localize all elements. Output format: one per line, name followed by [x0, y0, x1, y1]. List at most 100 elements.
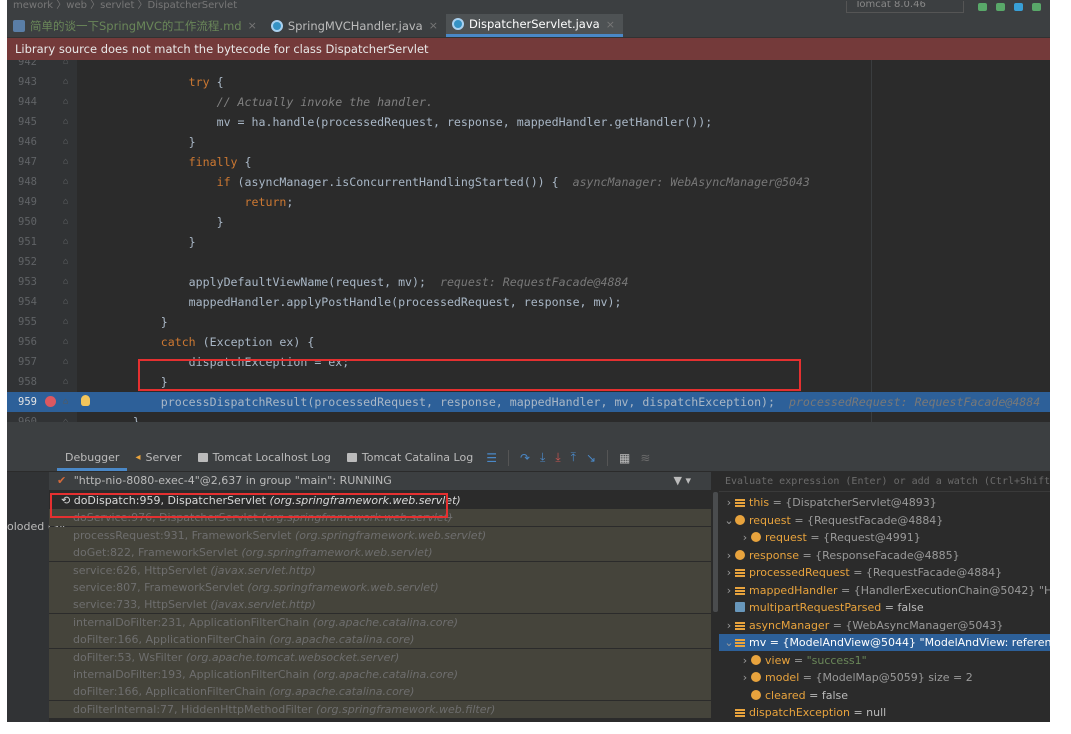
stack-frame[interactable]: doService:976, DispatcherServlet (org.sp…: [49, 509, 711, 527]
fold-marker-icon[interactable]: ⌂: [63, 192, 68, 212]
variable-row[interactable]: cleared = false: [719, 687, 1050, 704]
line-number[interactable]: 957: [7, 352, 37, 372]
fold-marker-icon[interactable]: ⌂: [63, 60, 68, 72]
fold-marker-icon[interactable]: ⌂: [63, 132, 68, 152]
line-number[interactable]: 944: [7, 92, 37, 112]
code-line[interactable]: 942 ⌂: [7, 60, 1050, 72]
expand-arrow-icon[interactable]: ›: [723, 494, 735, 511]
step-over-icon[interactable]: ↷: [520, 451, 530, 465]
stack-frame[interactable]: doFilterInternal:77, HiddenHttpMethodFil…: [49, 700, 711, 718]
profile-icon[interactable]: [1032, 3, 1041, 11]
variable-row[interactable]: › asyncManager = {WebAsyncManager@5043}: [719, 617, 1050, 634]
expand-arrow-icon[interactable]: ›: [723, 564, 735, 581]
variable-row[interactable]: › request = {Request@4991}: [719, 529, 1050, 546]
code-line[interactable]: 946 ⌂ }: [7, 132, 1050, 152]
variable-row[interactable]: › response = {ResponseFacade@4885}: [719, 547, 1050, 564]
stack-frame[interactable]: internalDoFilter:231, ApplicationFilterC…: [49, 613, 711, 631]
run-to-cursor-icon[interactable]: ↘: [586, 451, 596, 465]
step-into-icon[interactable]: ⤓: [540, 450, 545, 465]
fold-marker-icon[interactable]: ⌂: [63, 172, 68, 192]
line-number[interactable]: 942: [7, 60, 37, 72]
tab-dispatcherservlet[interactable]: DispatcherServlet.java ×: [445, 14, 623, 37]
fold-marker-icon[interactable]: ⌂: [63, 112, 68, 132]
code-line[interactable]: 955 ⌂ }: [7, 312, 1050, 332]
variable-row[interactable]: › processedRequest = {RequestFacade@4884}: [719, 564, 1050, 581]
code-line[interactable]: 960 ⌂ }: [7, 412, 1050, 422]
code-line[interactable]: 943 ⌂ try {: [7, 72, 1050, 92]
close-icon[interactable]: ×: [429, 19, 438, 32]
force-step-into-icon[interactable]: ⤓: [555, 450, 560, 465]
line-number[interactable]: 945: [7, 112, 37, 132]
line-number[interactable]: 952: [7, 252, 37, 272]
code-line[interactable]: 944 ⌂ // Actually invoke the handler.: [7, 92, 1050, 112]
code-line[interactable]: 951 ⌂ }: [7, 232, 1050, 252]
thread-selector[interactable]: ✔ "http-nio-8080-exec-4"@2,637 in group …: [49, 472, 711, 490]
line-number[interactable]: 956: [7, 332, 37, 352]
code-line[interactable]: 947 ⌂ finally {: [7, 152, 1050, 172]
line-number[interactable]: 943: [7, 72, 37, 92]
line-number[interactable]: 955: [7, 312, 37, 332]
code-line[interactable]: 949 ⌂ return;: [7, 192, 1050, 212]
stack-frame[interactable]: service:626, HttpServlet (javax.servlet.…: [49, 561, 711, 579]
variable-row[interactable]: dispatchException = null: [719, 704, 1050, 721]
expand-arrow-icon[interactable]: ›: [723, 547, 735, 564]
line-number[interactable]: 947: [7, 152, 37, 172]
expand-arrow-icon[interactable]: ›: [723, 617, 735, 634]
fold-marker-icon[interactable]: ⌂: [63, 292, 68, 312]
debug-icon[interactable]: [996, 3, 1005, 11]
line-number[interactable]: 953: [7, 272, 37, 292]
code-line[interactable]: 953 ⌂ applyDefaultViewName(request, mv); …: [7, 272, 1050, 292]
code-editor[interactable]: 942 ⌂ 943 ⌂ try {944 ⌂ // Actually invoke th…: [7, 60, 1050, 422]
code-line[interactable]: 950 ⌂ }: [7, 212, 1050, 232]
fold-marker-icon[interactable]: ⌂: [63, 412, 68, 422]
fold-marker-icon[interactable]: ⌂: [63, 332, 68, 352]
fold-marker-icon[interactable]: ⌂: [63, 92, 68, 112]
fold-marker-icon[interactable]: ⌂: [63, 392, 68, 412]
fold-marker-icon[interactable]: ⌂: [63, 232, 68, 252]
tab-server[interactable]: ◂ Server: [127, 444, 189, 471]
run-icon[interactable]: [978, 3, 987, 11]
variable-row[interactable]: multipartRequestParsed = false: [719, 599, 1050, 616]
tab-tomcat-catalina-log[interactable]: Tomcat Catalina Log: [339, 444, 481, 471]
line-number[interactable]: 951: [7, 232, 37, 252]
collapse-arrow-icon[interactable]: ⌄: [723, 634, 735, 651]
fold-marker-icon[interactable]: ⌂: [63, 252, 68, 272]
stack-frame[interactable]: doGet:822, FrameworkServlet (org.springf…: [49, 544, 711, 562]
stack-frame[interactable]: service:807, FrameworkServlet (org.sprin…: [49, 579, 711, 596]
variable-row[interactable]: › model = {ModelMap@5059} size = 2: [719, 669, 1050, 686]
show-execution-point-icon[interactable]: ☰: [486, 451, 497, 465]
line-number[interactable]: 949: [7, 192, 37, 212]
trace-current-stream-icon[interactable]: ≋: [640, 451, 650, 465]
tab-springmvchandler[interactable]: SpringMVCHandler.java ×: [265, 14, 446, 37]
coverage-icon[interactable]: [1014, 3, 1023, 11]
close-icon[interactable]: ×: [248, 19, 257, 32]
line-number[interactable]: 946: [7, 132, 37, 152]
variable-row[interactable]: › mappedHandler = {HandlerExecutionChain@…: [719, 582, 1050, 599]
expand-arrow-icon[interactable]: ›: [723, 582, 735, 599]
line-number[interactable]: 950: [7, 212, 37, 232]
stack-frame[interactable]: doFilter:53, WsFilter (org.apache.tomcat…: [49, 648, 711, 666]
tab-debugger[interactable]: Debugger: [57, 444, 128, 471]
code-line[interactable]: 957 ⌂ dispatchException = ex;: [7, 352, 1050, 372]
variable-row[interactable]: › this = {DispatcherServlet@4893}: [719, 494, 1050, 511]
current-execution-line[interactable]: 959 ⌂ processDispatchResult(processedRequ…: [7, 392, 1050, 412]
breakpoint-icon[interactable]: [45, 396, 56, 407]
line-number[interactable]: 959: [7, 392, 37, 412]
variable-row[interactable]: › view = "success1": [719, 652, 1050, 669]
expand-arrow-icon[interactable]: ›: [739, 652, 751, 669]
code-line[interactable]: 958 ⌂ }: [7, 372, 1050, 392]
code-line[interactable]: 952 ⌂: [7, 252, 1050, 272]
expand-arrow-icon[interactable]: ›: [739, 529, 751, 546]
stack-frame[interactable]: internalDoFilter:193, ApplicationFilterC…: [49, 666, 711, 683]
tab-tomcat-localhost-log[interactable]: Tomcat Localhost Log: [190, 444, 339, 471]
line-number[interactable]: 960: [7, 412, 37, 422]
run-configuration-select[interactable]: Tomcat 8.0.46: [846, 1, 964, 13]
collapse-arrow-icon[interactable]: ⌄: [723, 512, 735, 529]
stack-frame[interactable]: ⟲ doDispatch:959, DispatcherServlet (org…: [49, 492, 711, 509]
line-number[interactable]: 948: [7, 172, 37, 192]
panel-splitter[interactable]: [7, 422, 1050, 444]
stack-frame[interactable]: processRequest:931, FrameworkServlet (or…: [49, 526, 711, 544]
fold-marker-icon[interactable]: ⌂: [63, 312, 68, 332]
fold-marker-icon[interactable]: ⌂: [63, 72, 68, 92]
code-line[interactable]: 956 ⌂ catch (Exception ex) {: [7, 332, 1050, 352]
